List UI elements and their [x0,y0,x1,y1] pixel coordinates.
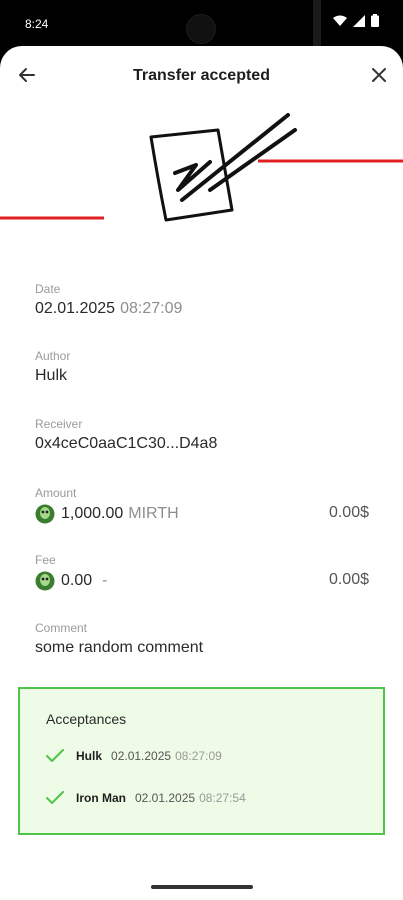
close-icon [372,68,386,82]
date-date: 02.01.2025 [35,300,116,317]
receiver-label: Receiver [35,417,83,431]
comment-value: some random comment [35,639,204,656]
header: Transfer accepted [0,46,403,106]
page-title: Transfer accepted [133,67,270,84]
acceptance-name: Iron Man [76,791,126,805]
signature-scribble [173,113,297,202]
document-sketch [149,128,234,222]
camera-cutout [186,14,216,44]
status-icons [333,14,379,27]
signature-illustration [0,113,403,222]
amount-fiat: 0.00$ [328,504,369,521]
receiver-field: Receiver 0x4ceC0aaC1C30...D4a8 [35,417,375,453]
acceptance-name: Hulk [76,749,103,763]
battery-icon [371,14,379,27]
receiver-value[interactable]: 0x4ceC0aaC1C30...D4a8 [35,435,375,453]
amount-label: Amount [35,486,77,500]
date-time: 08:27:09 [120,300,183,317]
amount-value-row: 1,000.00 MIRTH 0.00$ [35,504,375,524]
acceptance-date: 02.01.2025 [135,791,196,805]
author-value: Hulk [35,367,68,384]
checkmark-icon [46,791,64,804]
status-time: 8:24 [25,17,49,31]
close-button[interactable] [366,62,392,88]
date-label: Date [35,282,61,296]
transfer-sheet: Transfer accepted Date 02.01.2025 08:27:… [0,46,403,900]
acceptance-time: 08:27:54 [199,791,246,805]
home-indicator[interactable] [151,885,253,889]
amount-field: Amount 1,000.00 MIRTH 0.00$ [35,486,375,524]
fee-label: Fee [35,553,56,567]
fee-value-row: 0.00 - 0.00$ [35,571,375,591]
acceptance-item: Iron Man 02.01.2025 08:27:54 [46,791,246,805]
acceptance-date: 02.01.2025 [111,749,172,763]
signal-icon [353,14,365,27]
fee-unit: - [102,572,108,589]
status-bar: 8:24 [0,0,403,46]
amount-unit: MIRTH [128,505,179,522]
date-field: Date 02.01.2025 08:27:09 [35,282,375,318]
acceptance-item: Hulk 02.01.2025 08:27:09 [46,749,222,763]
author-label: Author [35,349,71,363]
acceptance-time: 08:27:09 [175,749,222,763]
checkmark-icon [46,749,64,762]
fee-value: 0.00 [61,572,93,589]
acceptances-title: Acceptances [46,711,127,727]
author-field: Author Hulk [35,349,375,385]
mirth-coin-icon [35,571,55,591]
fee-field: Fee 0.00 - 0.00$ [35,553,375,591]
wifi-icon [333,15,347,26]
acceptances-panel: Acceptances Hulk 02.01.2025 08:27:09 Iro… [18,687,385,835]
amount-value: 1,000.00 [61,505,124,522]
mirth-coin-icon [35,504,55,524]
fee-fiat: 0.00$ [328,571,369,588]
status-divider [313,0,321,46]
comment-field: Comment some random comment [35,621,375,657]
date-value: 02.01.2025 08:27:09 [35,300,375,318]
comment-label: Comment [35,621,88,635]
